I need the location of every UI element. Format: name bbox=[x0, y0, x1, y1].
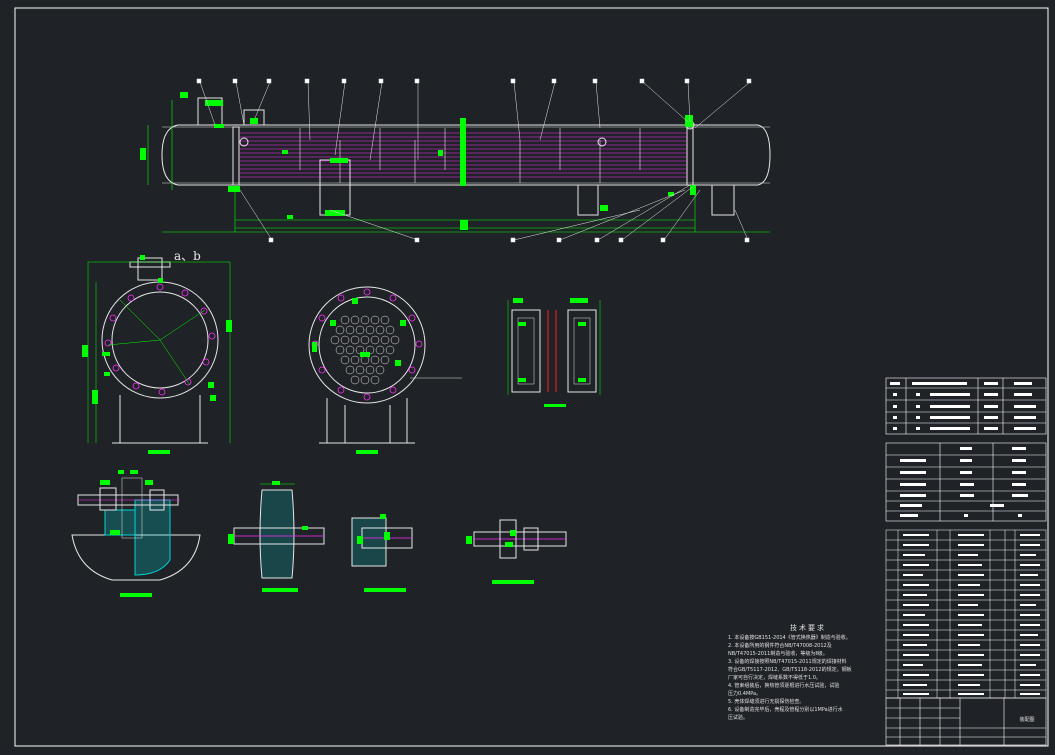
technical-requirements: 技术要求 1. 本设备按GB151-2014《管式换热器》制造与验收。 2. 本… bbox=[728, 624, 888, 722]
requirement-line: NB/T47015-2011制造与验收，等级为Ⅱ级。 bbox=[728, 651, 828, 657]
requirement-line: 6. 设备制造完毕后，壳程及管程分别以1MPa进行水 bbox=[728, 707, 843, 713]
requirement-line: 3. 设备的焊接按照NB/T47015-2011规定的焊接材料 bbox=[728, 659, 847, 665]
detail-view-tube-expansion bbox=[228, 481, 325, 592]
side-view-mark: a、b bbox=[174, 249, 201, 263]
requirement-line: 厂家可自行决定，焊缝系数不得低于1.0。 bbox=[728, 675, 821, 681]
technical-requirements-title: 技术要求 bbox=[790, 624, 826, 632]
drawing-title: 装配图 bbox=[1019, 717, 1035, 723]
requirement-line: 4. 管束组装后，换热管须逐根进行水压试验，试验 bbox=[728, 683, 840, 689]
main-elevation-view bbox=[140, 78, 771, 243]
detail-view-flange-section bbox=[71, 470, 201, 597]
detail-view-baffle-rod bbox=[351, 514, 413, 592]
detail-view-tie-rod bbox=[466, 519, 567, 584]
requirement-line: 2. 本设备所用的钢件符合NB/T47008-2012及 bbox=[728, 643, 832, 649]
technical-characteristics-table bbox=[885, 442, 1047, 522]
drawing-frame bbox=[14, 7, 1049, 747]
requirement-line: 压试验。 bbox=[728, 715, 749, 721]
channel-end-view bbox=[82, 255, 232, 454]
saddle-support-view bbox=[507, 298, 601, 407]
requirement-line: 1. 本设备按GB151-2014《管式换热器》制造与验收。 bbox=[728, 635, 851, 641]
tubesheet-view bbox=[308, 286, 462, 454]
requirement-line: 5. 壳体焊缝须进行无损探伤检查。 bbox=[728, 699, 805, 705]
requirement-line: 压力0.4MPa。 bbox=[728, 691, 762, 697]
drawing-sheet bbox=[14, 7, 1049, 747]
requirement-line: 符合GB/T5117-2012、GB/T5118-2012的规定。钢板 bbox=[728, 667, 852, 673]
